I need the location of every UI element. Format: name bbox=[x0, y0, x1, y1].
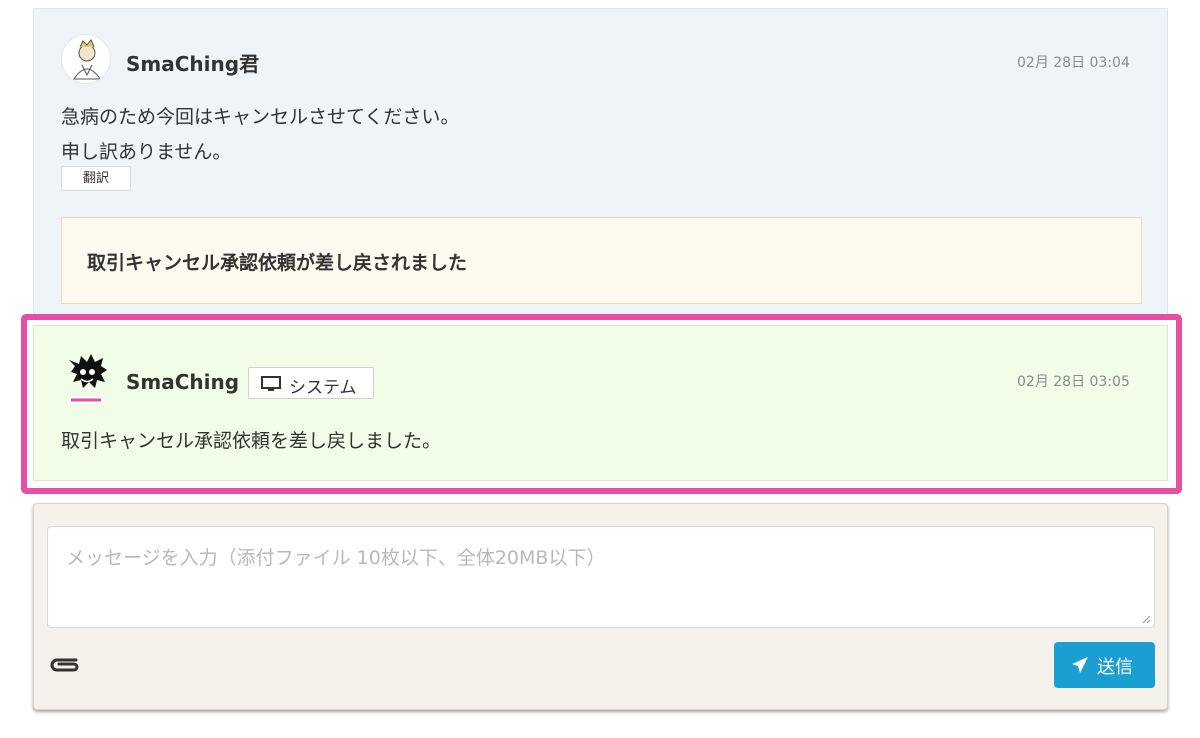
message-timestamp: 02月 28日 03:04 bbox=[1017, 55, 1130, 71]
paper-plane-icon bbox=[1072, 657, 1088, 673]
message-input[interactable] bbox=[47, 526, 1155, 628]
sender-name: SmaChing君 bbox=[126, 52, 260, 76]
user-avatar bbox=[61, 34, 111, 84]
message-text-line: 申し訳ありません。 bbox=[61, 141, 232, 163]
send-button[interactable]: 送信 bbox=[1054, 642, 1155, 688]
message-text-line: 急病のため今回はキャンセルさせてください。 bbox=[61, 106, 460, 128]
message-item-user: SmaChing君 02月 28日 03:04 急病のため今回はキャンセルさせて… bbox=[33, 8, 1168, 318]
paperclip-icon[interactable] bbox=[48, 654, 82, 676]
translate-button[interactable]: 翻訳 bbox=[61, 166, 131, 191]
cancel-notice-text: 取引キャンセル承認依頼が差し戻されました bbox=[87, 252, 468, 274]
send-button-label: 送信 bbox=[1097, 657, 1133, 678]
highlight-frame bbox=[21, 314, 1182, 494]
cancel-notice-box: 取引キャンセル承認依頼が差し戻されました bbox=[61, 217, 1142, 304]
message-composer: 送信 bbox=[33, 503, 1168, 710]
resize-grip-icon[interactable] bbox=[1141, 614, 1151, 624]
